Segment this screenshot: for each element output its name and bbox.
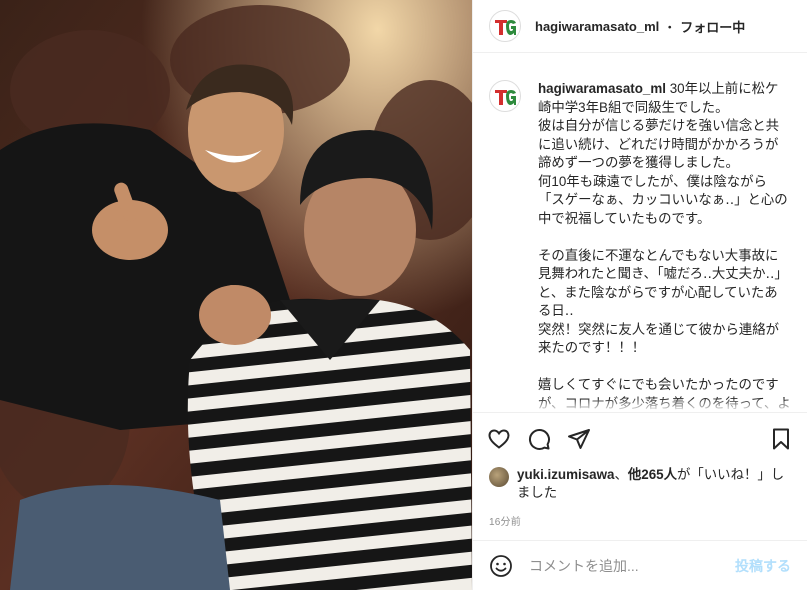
action-bar bbox=[473, 412, 807, 464]
bookmark-icon bbox=[773, 428, 789, 449]
caption-body: 30年以上前に松ケ崎中学3年B組で同級生でした。 彼は自分が信じる夢だけを強い信… bbox=[538, 81, 791, 411]
post-comment-button[interactable]: 投稿する bbox=[735, 556, 791, 576]
liker-username[interactable]: yuki.izumisawa bbox=[517, 467, 615, 482]
post-photo[interactable] bbox=[0, 0, 472, 590]
comment-button[interactable] bbox=[527, 427, 551, 451]
caption-avatar[interactable] bbox=[489, 80, 521, 112]
paper-plane-icon bbox=[568, 428, 590, 449]
save-button[interactable] bbox=[769, 427, 793, 451]
brand-logo-icon bbox=[495, 90, 516, 105]
heart-icon bbox=[488, 428, 510, 449]
likes-middle: 、 bbox=[614, 467, 628, 482]
comment-input[interactable] bbox=[529, 557, 735, 574]
like-button[interactable] bbox=[487, 427, 511, 451]
comment-icon bbox=[528, 428, 550, 450]
caption-text: hagiwaramasato_ml 30年以上前に松ケ崎中学3年B組で同級生でし… bbox=[538, 80, 791, 412]
caption-fade bbox=[473, 398, 807, 412]
likes-text: yuki.izumisawa、他265人が「いいね！」しました bbox=[517, 466, 791, 502]
comment-form: 投稿する bbox=[473, 540, 807, 590]
share-button[interactable] bbox=[567, 427, 591, 451]
smiley-icon bbox=[490, 554, 512, 577]
header-separator: ・ bbox=[663, 19, 677, 35]
likes-others-link[interactable]: 他265人 bbox=[628, 467, 677, 482]
post-panel: hagiwaramasato_ml ・ フォロー中 hagiwaramasato… bbox=[472, 0, 807, 590]
header-username[interactable]: hagiwaramasato_ml bbox=[535, 19, 659, 34]
emoji-button[interactable] bbox=[489, 554, 513, 578]
profile-avatar[interactable] bbox=[489, 10, 521, 42]
post-timestamp[interactable]: 16分前 bbox=[489, 513, 521, 528]
following-button[interactable]: フォロー中 bbox=[680, 17, 745, 36]
post-header: hagiwaramasato_ml ・ フォロー中 bbox=[473, 0, 807, 53]
caption-username[interactable]: hagiwaramasato_ml bbox=[538, 81, 666, 96]
brand-logo-icon bbox=[495, 20, 516, 35]
likes-summary: yuki.izumisawa、他265人が「いいね！」しました bbox=[489, 466, 791, 502]
caption-section: hagiwaramasato_ml 30年以上前に松ケ崎中学3年B組で同級生でし… bbox=[473, 54, 807, 412]
liker-avatar[interactable] bbox=[489, 467, 509, 487]
